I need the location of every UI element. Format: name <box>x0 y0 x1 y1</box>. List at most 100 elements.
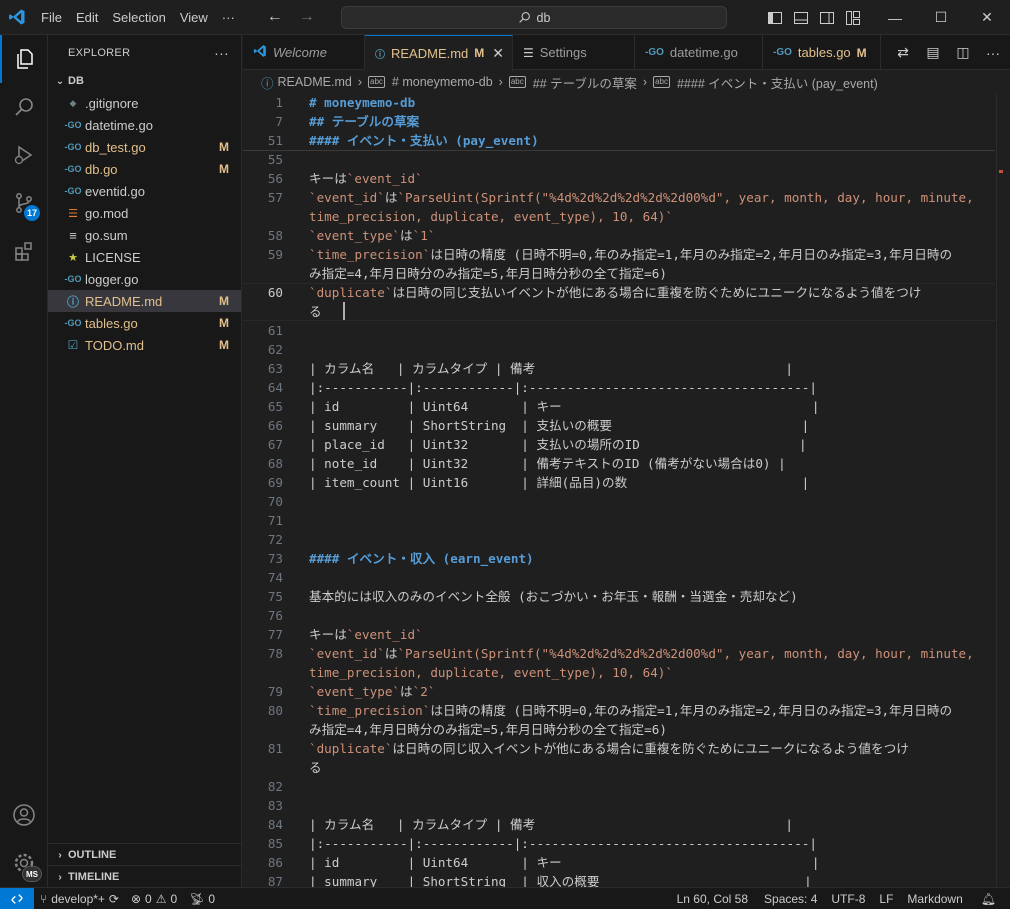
close-window-icon[interactable]: ✕ <box>964 0 1010 35</box>
go-file-icon: -GO <box>64 274 82 284</box>
minimize-icon[interactable]: — <box>872 0 918 35</box>
tab-tables[interactable]: -GO tables.go M <box>763 35 881 70</box>
symbol-string-icon: abc <box>508 76 526 88</box>
code-line: 86 | id | Uint64 | キー | <box>243 853 995 872</box>
end-of-line[interactable]: LF <box>873 892 899 906</box>
todo-icon: ☑ <box>67 338 79 352</box>
file-item[interactable]: -GO eventid.go <box>48 180 241 202</box>
file-item[interactable]: ☑ TODO.md M <box>48 334 241 356</box>
line-number: 61 <box>267 323 283 338</box>
line-text: | カラム名 | カラムタイプ | 備考 | <box>309 361 793 376</box>
editor-scrollbar[interactable] <box>996 93 1010 887</box>
code-line: 76 <box>243 606 995 625</box>
remote-icon[interactable] <box>0 887 34 909</box>
tab-settings[interactable]: ☰ Settings <box>513 35 635 70</box>
file-item[interactable]: -GO db_test.go M <box>48 136 241 158</box>
extensions-icon[interactable] <box>0 227 48 275</box>
code-line: 77 キーは`event_id` <box>243 625 995 644</box>
close-icon[interactable]: ✕ <box>492 45 504 62</box>
editor-tabs: Welcome ⓘ README.md M ✕ ☰ Settings -GO d… <box>243 35 1010 71</box>
language-mode[interactable]: Markdown <box>901 892 968 906</box>
customize-layout-icon[interactable] <box>844 9 862 27</box>
problems-indicator[interactable]: ⊗ 0 ⚠ 0 <box>125 892 183 906</box>
accounts-badge: MS <box>22 866 42 882</box>
breadcrumb-h4[interactable]: #### イベント・支払い (pay_event) <box>677 73 878 92</box>
line-number: 66 <box>267 418 283 433</box>
explorer-sidebar: EXPLORER ··· ⌄ DB ◆ .gitignore -GO datetime… <box>48 35 242 887</box>
file-item[interactable]: -GO datetime.go <box>48 114 241 136</box>
run-debug-icon[interactable] <box>0 131 48 179</box>
code-line: 68 | note_id | Uint32 | 備考テキストのID (備考がない場… <box>243 454 995 473</box>
open-preview-icon[interactable]: ▤ <box>922 42 944 64</box>
file-item[interactable]: ☰ go.mod <box>48 202 241 224</box>
file-item[interactable]: ◆ .gitignore <box>48 92 241 114</box>
split-editor-icon[interactable]: ◫ <box>952 42 974 64</box>
code-line: 85 |:-----------|:------------|:---------… <box>243 834 995 853</box>
menu-selection[interactable]: Selection <box>105 0 172 35</box>
source-control-badge: 17 <box>24 205 41 221</box>
menu-file[interactable]: File <box>34 0 69 35</box>
outline-section[interactable]: › OUTLINE <box>48 843 242 866</box>
line-text: る <box>309 760 322 775</box>
vscode-tab-icon <box>253 44 267 61</box>
breadcrumb-h2[interactable]: ## テーブルの草案 <box>533 73 637 92</box>
editor[interactable]: 1 # moneymemo-db 7 ## テーブルの草案 51 #### イベント・支払… <box>243 93 1010 887</box>
file-item[interactable]: ★ LICENSE <box>48 246 241 268</box>
file-item[interactable]: -GO tables.go M <box>48 312 241 334</box>
sync-icon: ⟳ <box>108 891 119 906</box>
back-arrow-icon[interactable]: ← <box>264 8 286 26</box>
more-actions-icon[interactable]: ··· <box>982 42 1004 64</box>
menu-view[interactable]: View <box>173 0 215 35</box>
timeline-section[interactable]: › TIMELINE <box>48 865 242 888</box>
source-control-icon[interactable]: 17 <box>0 179 48 227</box>
file-item[interactable]: -GO db.go M <box>48 158 241 180</box>
breadcrumb-h1[interactable]: # moneymemo-db <box>392 75 493 89</box>
manage-gear-icon[interactable]: MS <box>0 839 48 887</box>
tab-welcome[interactable]: Welcome <box>243 35 365 70</box>
notifications-bell-icon[interactable]: 🔔︎ <box>975 892 1002 906</box>
code-line: 72 <box>243 530 995 549</box>
explorer-icon[interactable] <box>0 35 48 83</box>
menu-edit[interactable]: Edit <box>69 0 105 35</box>
tab-readme[interactable]: ⓘ README.md M ✕ <box>365 35 513 71</box>
branch-icon: ⑂ <box>40 891 48 906</box>
line-number: 77 <box>267 627 283 642</box>
code-line: 57 `event_id`は`ParseUint(Sprintf("%4d%2d%… <box>243 188 995 207</box>
folder-db[interactable]: ⌄ DB <box>48 70 241 92</box>
git-modified-indicator: M <box>219 140 229 154</box>
code-line: 78 `event_id`は`ParseUint(Sprintf("%4d%2d%… <box>243 644 995 663</box>
go-file-icon: -GO <box>64 164 82 174</box>
search-view-icon[interactable] <box>0 83 48 131</box>
toggle-secondary-sidebar-icon[interactable] <box>818 9 836 27</box>
line-number: 69 <box>267 475 283 490</box>
sidebar-more-button[interactable]: ··· <box>214 45 229 61</box>
breadcrumb-file[interactable]: README.md <box>278 75 352 89</box>
file-item[interactable]: ⓘ README.md M <box>48 290 241 312</box>
cursor-position[interactable]: Ln 60, Col 58 <box>671 892 754 906</box>
file-name: datetime.go <box>85 117 153 133</box>
git-branch[interactable]: ⑂ develop*+ ⟳ <box>34 892 125 906</box>
code-line: み指定=4,年月日時分のみ指定=5,年月日時分秒の全て指定=6) <box>243 720 995 739</box>
info-icon: ⓘ <box>375 49 385 61</box>
command-center-search[interactable]: db <box>341 6 727 29</box>
accounts-icon[interactable] <box>0 791 48 839</box>
file-item[interactable]: ≡ go.sum <box>48 224 241 246</box>
code-line: 70 <box>243 492 995 511</box>
forward-arrow-icon[interactable]: → <box>296 8 318 26</box>
indentation[interactable]: Spaces: 4 <box>758 892 823 906</box>
status-bar: ⑂ develop*+ ⟳ ⊗ 0 ⚠ 0 📡︎ 0 Ln 60, Col 58… <box>0 887 1010 909</box>
tab-label: Welcome <box>273 45 327 60</box>
compare-changes-icon[interactable]: ⇄ <box>892 42 914 64</box>
warning-count: 0 <box>170 891 178 906</box>
encoding[interactable]: UTF-8 <box>825 892 871 906</box>
maximize-icon[interactable]: ☐ <box>918 0 964 35</box>
tab-datetime[interactable]: -GO datetime.go <box>635 35 763 70</box>
menu-more[interactable]: ··· <box>215 0 242 35</box>
activity-bar: 17 MS <box>0 35 48 887</box>
toggle-panel-icon[interactable] <box>792 9 810 27</box>
ports-indicator[interactable]: 📡︎ 0 <box>183 892 221 906</box>
code-line: る <box>243 302 995 321</box>
scrollbar-marker <box>999 170 1003 173</box>
toggle-primary-sidebar-icon[interactable] <box>766 9 784 27</box>
file-item[interactable]: -GO logger.go <box>48 268 241 290</box>
